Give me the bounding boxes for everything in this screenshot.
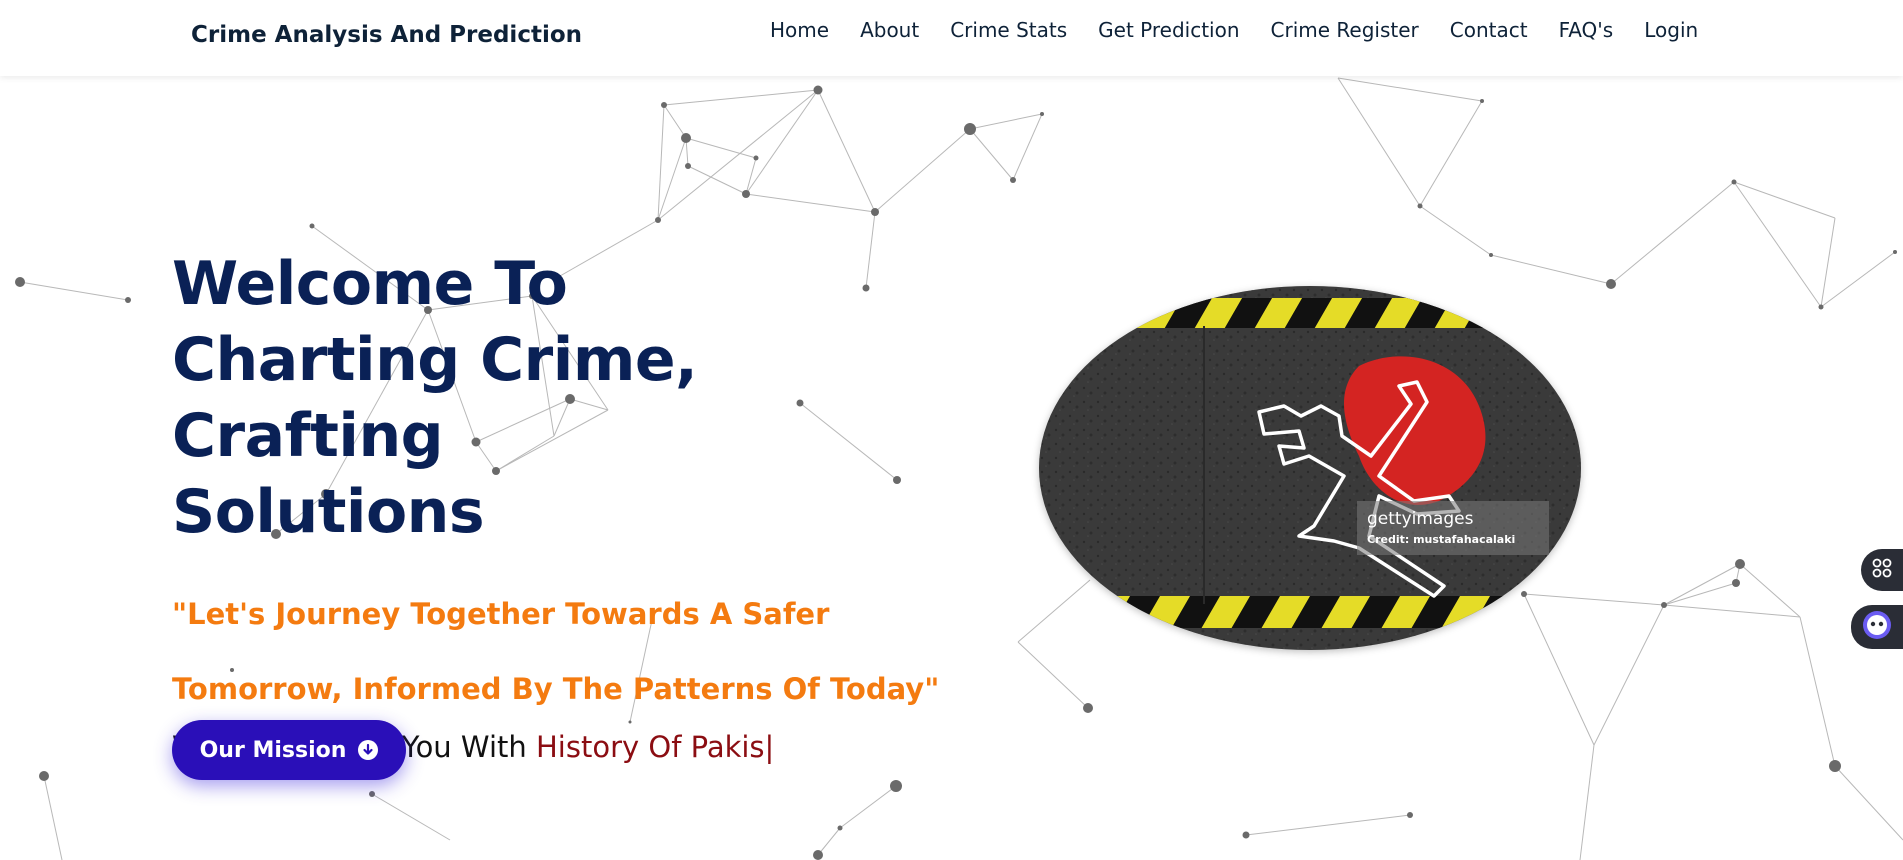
nav-item-faqs[interactable]: FAQ's [1559,18,1614,42]
nav-item-home[interactable]: Home [770,18,829,42]
nav-item-crime-stats[interactable]: Crime Stats [950,18,1067,42]
brand-title[interactable]: Crime Analysis And Prediction [191,22,582,48]
image-watermark: gettyimages Credit: mustafahacalaki [1357,501,1549,555]
our-mission-button[interactable]: Our Mission [172,720,406,780]
nav-item-contact[interactable]: Contact [1450,18,1528,42]
typed-text: History Of Pakis| [535,730,775,764]
chatbot-widget-button[interactable] [1851,605,1903,649]
hero-title: Welcome To Charting Crime, Crafting Solu… [172,246,972,550]
hero-tagline: "Let's Journey Together Towards A Safer … [172,597,940,706]
nav-item-crime-register[interactable]: Crime Register [1271,18,1419,42]
navbar: Crime Analysis And Prediction Home About… [0,0,1903,76]
watermark-logo: gettyimages [1367,509,1474,529]
nav-menu: Home About Crime Stats Get Prediction Cr… [770,18,1698,42]
nav-item-about[interactable]: About [860,18,919,42]
crime-scene-image [1039,286,1581,650]
hero-title-line-2: Charting Crime, Crafting [172,325,698,471]
hero-section: Welcome To Charting Crime, Crafting Solu… [172,246,972,767]
arrow-down-circle-icon [358,740,379,760]
apps-grid-icon [1871,557,1893,583]
nav-item-login[interactable]: Login [1644,18,1698,42]
watermark-credit: Credit: mustafahacalaki [1367,533,1516,546]
hero-title-line-1: Welcome To [172,249,568,319]
hero-title-line-3: Solutions [172,477,485,547]
nav-item-get-prediction[interactable]: Get Prediction [1098,18,1239,42]
our-mission-label: Our Mission [199,737,347,763]
apps-widget-button[interactable] [1861,549,1903,591]
chatbot-icon [1861,609,1893,645]
